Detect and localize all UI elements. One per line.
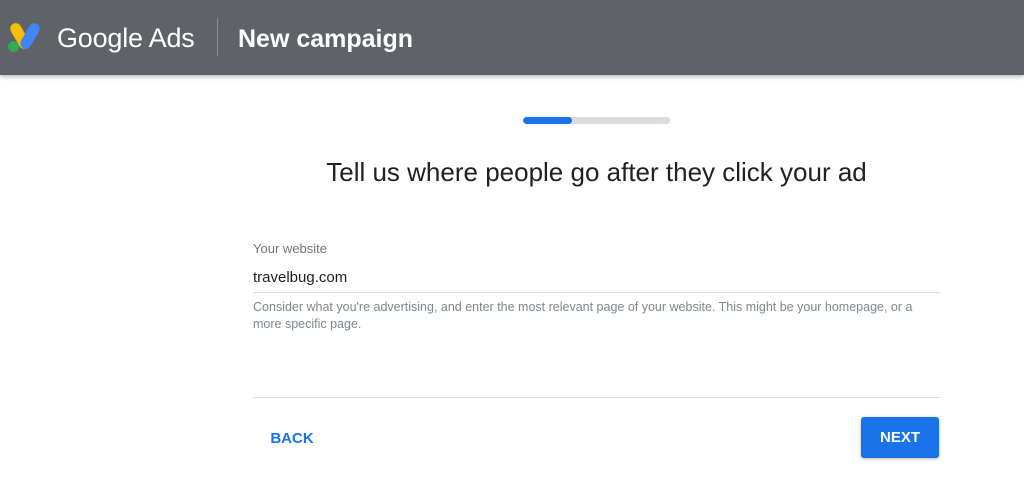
back-button[interactable]: BACK (256, 420, 328, 456)
website-input[interactable] (253, 262, 940, 293)
google-ads-logo-icon (8, 23, 40, 52)
website-helper-text: Consider what you're advertising, and en… (253, 300, 913, 331)
website-field-label: Your website (253, 241, 327, 256)
step-progress-bar (523, 117, 670, 124)
step-heading: Tell us where people go after they click… (326, 157, 867, 187)
top-app-bar: Google Ads New campaign (0, 0, 1024, 75)
header-divider (217, 18, 218, 56)
footer-divider (253, 397, 940, 398)
next-button[interactable]: NEXT (861, 417, 939, 458)
page-title: New campaign (238, 25, 414, 53)
step-progress-fill (523, 117, 572, 124)
app-name: Google Ads (57, 23, 195, 53)
